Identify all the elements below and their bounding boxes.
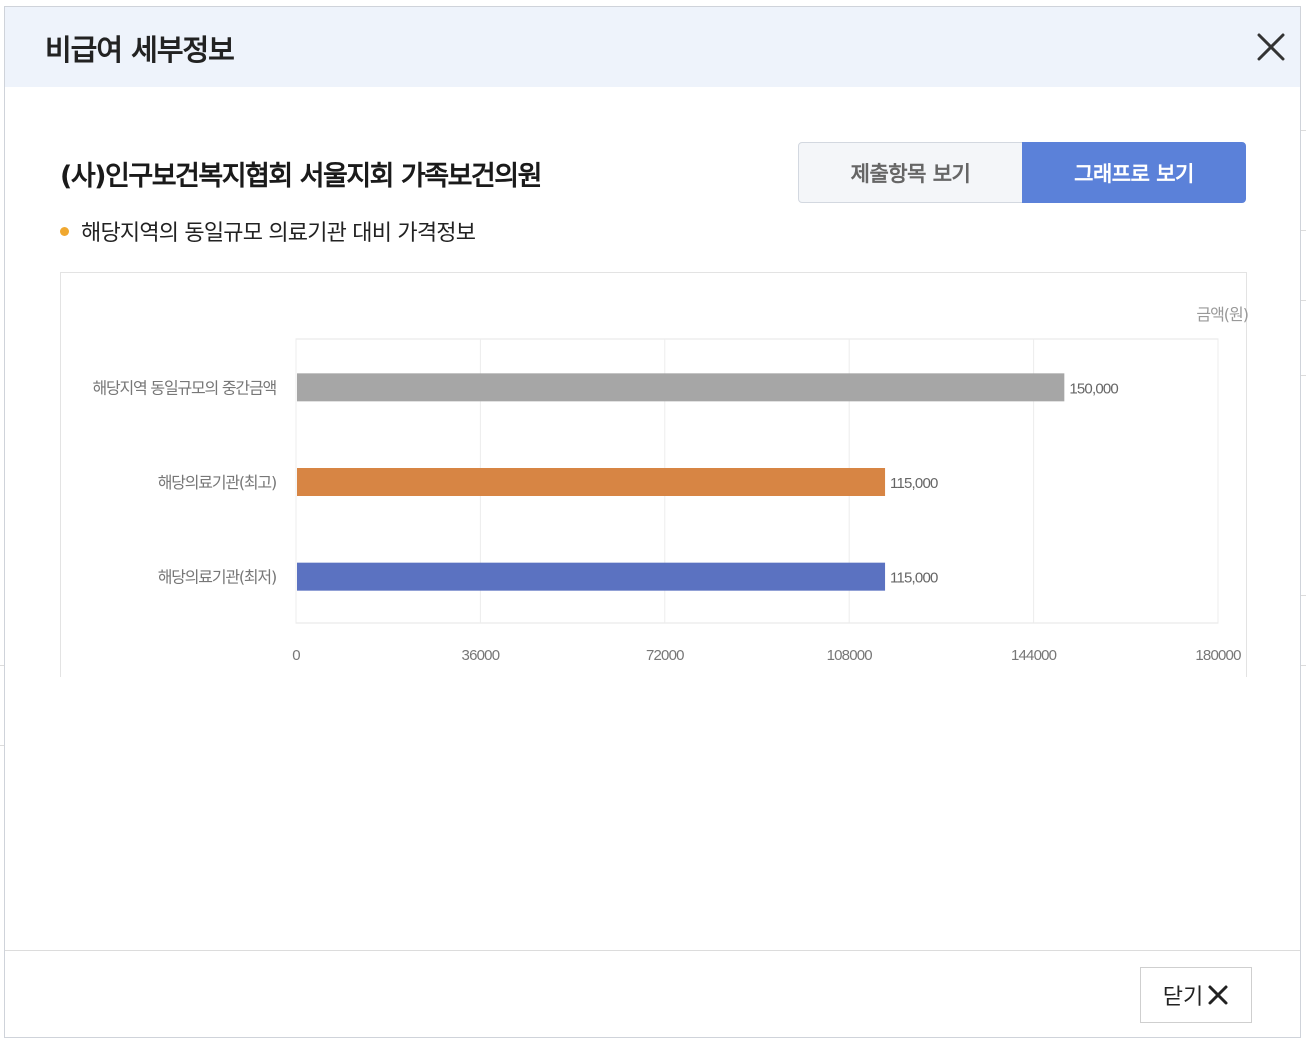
modal-header: 비급여 세부정보: [5, 7, 1300, 87]
close-button-label: 닫기: [1162, 985, 1204, 1010]
x-tick-label: 36000: [462, 647, 500, 664]
view-list-button[interactable]: 제출항목 보기: [798, 142, 1023, 203]
bar: [297, 562, 886, 591]
background-divider: [1301, 130, 1306, 131]
bar-value-label: 150,000: [1069, 380, 1118, 397]
close-icon-graphic: [1257, 33, 1285, 61]
close-button-icon: [1208, 985, 1228, 1005]
close-button[interactable]: 닫기: [1140, 967, 1252, 1023]
close-icon[interactable]: [1253, 29, 1289, 65]
bar-value-label: 115,000: [890, 475, 938, 492]
view-graph-button[interactable]: 그래프로 보기: [1022, 142, 1246, 203]
detail-modal: 비급여 세부정보 (사)인구보건복지협회 서울지회 가족보건의원 제출항목 보기…: [4, 6, 1301, 1038]
clinic-name: (사)인구보건복지협회 서울지회 가족보건의원: [60, 161, 542, 192]
bullet-icon: [60, 226, 69, 236]
modal-title: 비급여 세부정보: [45, 33, 235, 67]
x-tick-label: 180000: [1195, 647, 1241, 664]
bar-value-label: 115,000: [890, 570, 938, 587]
bar: [297, 468, 886, 496]
section-subtitle-row: 해당지역의 동일규모 의료기관 대비 가격정보: [60, 215, 476, 247]
x-tick-label: 0: [292, 647, 300, 664]
footer-divider: [5, 950, 1300, 951]
view-toggle: 제출항목 보기 그래프로 보기: [798, 142, 1246, 203]
x-tick-label: 144000: [1011, 647, 1057, 664]
background-divider: [1301, 375, 1306, 376]
y-category-label: 해당의료기관(최고): [158, 473, 276, 492]
price-chart: 0 36000 72000 108000 144000 180000 금액(원) 해당지역 동…: [60, 272, 1248, 677]
price-chart-svg: 0 36000 72000 108000 144000 180000 금액(원) 해당지역 동…: [92, 305, 1248, 664]
background-divider: [1301, 300, 1306, 301]
bar: [297, 373, 1065, 402]
x-tick-label: 108000: [827, 647, 873, 664]
background-divider: [1301, 595, 1306, 596]
unit-label: 금액(원): [1196, 305, 1248, 324]
y-category-label: 해당의료기관(최저): [158, 568, 276, 587]
x-tick-label: 72000: [646, 647, 684, 664]
section-subtitle: 해당지역의 동일규모 의료기관 대비 가격정보: [81, 221, 476, 246]
y-category-label: 해당지역 동일규모의 중간금액: [92, 378, 276, 397]
background-divider: [1301, 230, 1306, 231]
background-divider: [1301, 665, 1306, 666]
